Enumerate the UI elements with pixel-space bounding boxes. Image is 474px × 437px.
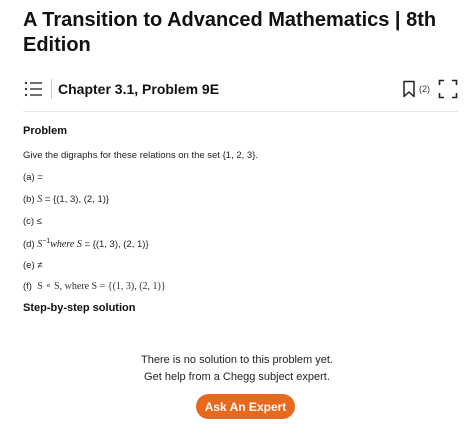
no-solution-line-1: There is no solution to this problem yet… bbox=[141, 354, 333, 366]
problem-part-a: (a) = bbox=[23, 172, 43, 183]
chapter-title: Chapter 3.1, Problem 9E bbox=[58, 81, 220, 97]
ask-an-expert-button[interactable]: Ask An Expert bbox=[196, 394, 295, 419]
part-label: (f) bbox=[23, 281, 32, 292]
divider bbox=[51, 79, 52, 99]
list-icon[interactable] bbox=[23, 79, 43, 99]
bookmark-count: (2) bbox=[419, 84, 430, 94]
part-where: where bbox=[50, 239, 77, 251]
chapter-bar: Chapter 3.1, Problem 9E (2) bbox=[23, 74, 458, 104]
part-expression: = {(1, 3), (2, 1)} bbox=[42, 194, 110, 205]
problem-part-f: (f) S ∘ S, where S = {(1, 3), (2, 1)} bbox=[23, 281, 166, 292]
part-label: (c) bbox=[23, 216, 35, 227]
chapter-actions: (2) bbox=[402, 79, 458, 99]
page: A Transition to Advanced Mathematics | 8… bbox=[0, 0, 474, 437]
problem-intro: Give the digraphs for these relations on… bbox=[23, 150, 259, 161]
part-label: (a) bbox=[23, 172, 35, 183]
book-title: A Transition to Advanced Mathematics | 8… bbox=[23, 9, 437, 56]
step-by-step-heading: Step-by-step solution bbox=[23, 302, 136, 314]
problem-heading: Problem bbox=[23, 125, 68, 137]
part-expression: = {(1, 3), (2, 1)} bbox=[81, 239, 149, 251]
problem-part-b: (b) S = {(1, 3), (2, 1)} bbox=[23, 194, 109, 205]
part-symbol: ≤ bbox=[36, 216, 42, 227]
problem-part-c: (c) ≤ bbox=[23, 216, 42, 227]
section-divider bbox=[23, 111, 458, 112]
part-symbol: ≠ bbox=[37, 260, 43, 271]
part-expression-image: S ∘ S, where S = {(1, 3), (2, 1)} bbox=[37, 281, 166, 292]
expand-icon[interactable] bbox=[438, 79, 458, 99]
part-label: (d) bbox=[23, 239, 35, 251]
part-label: (e) bbox=[23, 260, 35, 271]
part-label: (b) bbox=[23, 194, 35, 205]
bookmark-icon[interactable] bbox=[402, 80, 416, 98]
no-solution-message: There is no solution to this problem yet… bbox=[0, 352, 474, 386]
part-symbol: = bbox=[37, 172, 43, 183]
problem-part-e: (e) ≠ bbox=[23, 260, 42, 271]
problem-part-d: (d) S−1where S = {(1, 3), (2, 1)} bbox=[23, 238, 149, 250]
no-solution-line-2: Get help from a Chegg subject expert. bbox=[144, 371, 330, 383]
